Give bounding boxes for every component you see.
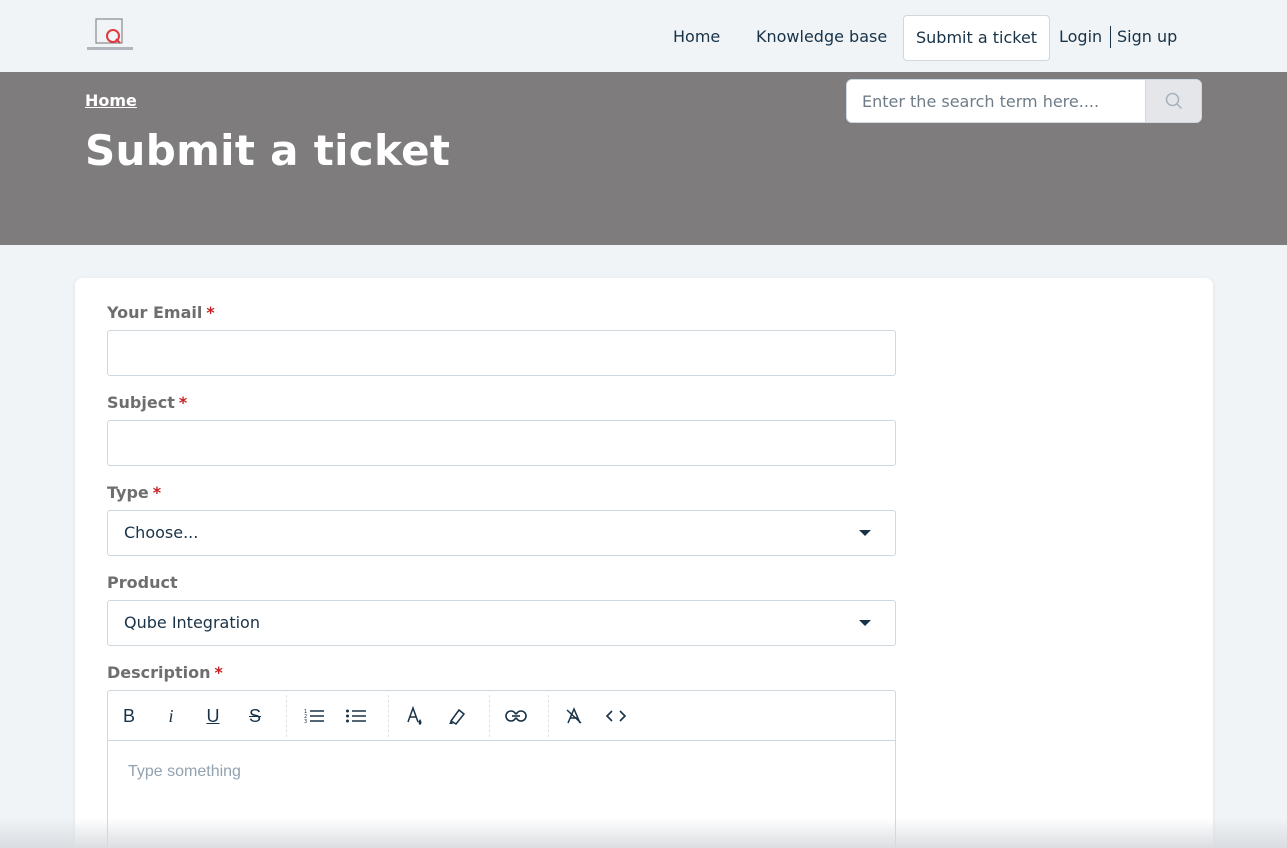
type-label: Type * (107, 483, 161, 502)
underline-glyph: U (206, 705, 220, 726)
nav-submit-ticket[interactable]: Submit a ticket (903, 15, 1051, 61)
italic-icon[interactable]: i (151, 696, 191, 736)
subject-field[interactable] (107, 420, 896, 466)
bottom-fade-overlay (0, 818, 1287, 848)
main-nav: Home Knowledge base Submit a ticket Logi… (647, 15, 1287, 61)
svg-text:3: 3 (304, 719, 307, 724)
highlight-icon[interactable] (437, 696, 477, 736)
page-banner: Home Submit a ticket (0, 72, 1287, 245)
search-input[interactable] (847, 80, 1146, 122)
ordered-list-icon[interactable]: 1 2 3 (294, 696, 334, 736)
email-label-text: Your Email (107, 303, 203, 322)
description-textarea[interactable]: Type something (128, 763, 241, 781)
type-select[interactable]: Choose... (107, 510, 896, 556)
code-icon[interactable] (596, 696, 636, 736)
bullet-list-icon[interactable] (336, 696, 376, 736)
nav-sign-up[interactable]: Sign up (1117, 15, 1177, 61)
product-label: Product (107, 573, 178, 592)
qube-logo-icon[interactable] (86, 18, 134, 54)
toolbar-divider (286, 695, 287, 737)
bold-icon[interactable]: B (109, 696, 149, 736)
product-select[interactable]: Qube Integration (107, 600, 896, 646)
product-select-value: Qube Integration (124, 613, 260, 632)
chevron-down-icon (859, 620, 871, 626)
underline-icon[interactable]: U (193, 696, 233, 736)
email-label: Your Email * (107, 303, 215, 322)
nav-home[interactable]: Home (673, 15, 720, 61)
email-field[interactable] (107, 330, 896, 376)
page-title: Submit a ticket (85, 126, 451, 175)
type-select-value: Choose... (124, 523, 199, 542)
nav-divider (1110, 26, 1111, 48)
required-mark: * (214, 663, 223, 682)
strikethrough-glyph: S (248, 705, 261, 726)
product-label-text: Product (107, 573, 178, 592)
description-placeholder: Type something (128, 763, 241, 780)
nav-knowledge-base[interactable]: Knowledge base (756, 15, 887, 61)
link-icon[interactable] (496, 696, 536, 736)
bold-glyph: B (122, 705, 135, 726)
search-icon (1165, 92, 1183, 110)
description-label: Description * (107, 663, 223, 682)
subject-label: Subject * (107, 393, 187, 412)
required-mark: * (206, 303, 215, 322)
required-mark: * (178, 393, 188, 412)
nav-login[interactable]: Login (1059, 15, 1102, 61)
toolbar-divider (489, 695, 490, 737)
toolbar-divider (388, 695, 389, 737)
subject-label-text: Subject (107, 393, 175, 412)
text-color-icon[interactable] (395, 696, 435, 736)
italic-glyph: i (168, 705, 174, 726)
type-label-text: Type (107, 483, 149, 502)
clear-format-icon[interactable] (554, 696, 594, 736)
required-mark: * (152, 483, 162, 502)
top-navigation-bar: Home Knowledge base Submit a ticket Logi… (0, 0, 1287, 72)
toolbar-divider (548, 695, 549, 737)
breadcrumb-home[interactable]: Home (85, 91, 137, 110)
search-button[interactable] (1145, 80, 1201, 122)
strikethrough-icon[interactable]: S (235, 696, 275, 736)
chevron-down-icon (859, 530, 871, 536)
editor-toolbar: B i U S 1 2 3 (108, 691, 895, 741)
description-label-text: Description (107, 663, 211, 682)
ticket-form: Your Email * Subject * Type * Choose... Pro… (75, 278, 1213, 848)
search-box (846, 79, 1202, 123)
